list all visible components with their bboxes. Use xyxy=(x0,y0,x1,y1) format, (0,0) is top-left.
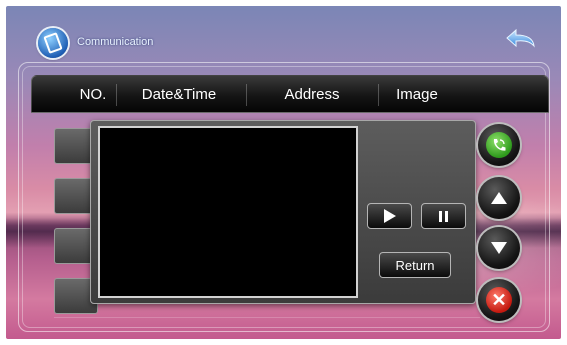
return-arrow-icon[interactable] xyxy=(503,26,537,52)
pause-button[interactable] xyxy=(421,203,466,229)
return-button[interactable]: Return xyxy=(379,252,451,278)
column-header-datetime: Date&Time xyxy=(141,86,217,103)
column-header-no: NO. xyxy=(79,86,107,103)
play-icon xyxy=(383,209,396,223)
image-display xyxy=(98,126,358,298)
column-header-image: Image xyxy=(396,86,438,103)
arrow-down-icon xyxy=(491,242,507,254)
call-button[interactable] xyxy=(478,124,520,166)
phone-call-icon xyxy=(493,139,506,151)
row-divider xyxy=(54,317,480,318)
page-title: Communication xyxy=(77,36,154,48)
pause-icon xyxy=(439,210,448,222)
play-button[interactable] xyxy=(367,203,412,229)
arrow-up-icon xyxy=(491,192,507,204)
scroll-down-button[interactable] xyxy=(478,227,520,269)
scroll-up-button[interactable] xyxy=(478,177,520,219)
table-header: NO. Date&Time Address Image xyxy=(31,75,549,113)
column-header-address: Address xyxy=(284,86,340,103)
column-separator xyxy=(246,84,247,106)
close-icon: ✕ xyxy=(486,287,512,313)
column-separator xyxy=(116,84,117,106)
column-separator xyxy=(378,84,379,106)
phone-icon xyxy=(38,28,68,58)
close-button[interactable]: ✕ xyxy=(478,279,520,321)
